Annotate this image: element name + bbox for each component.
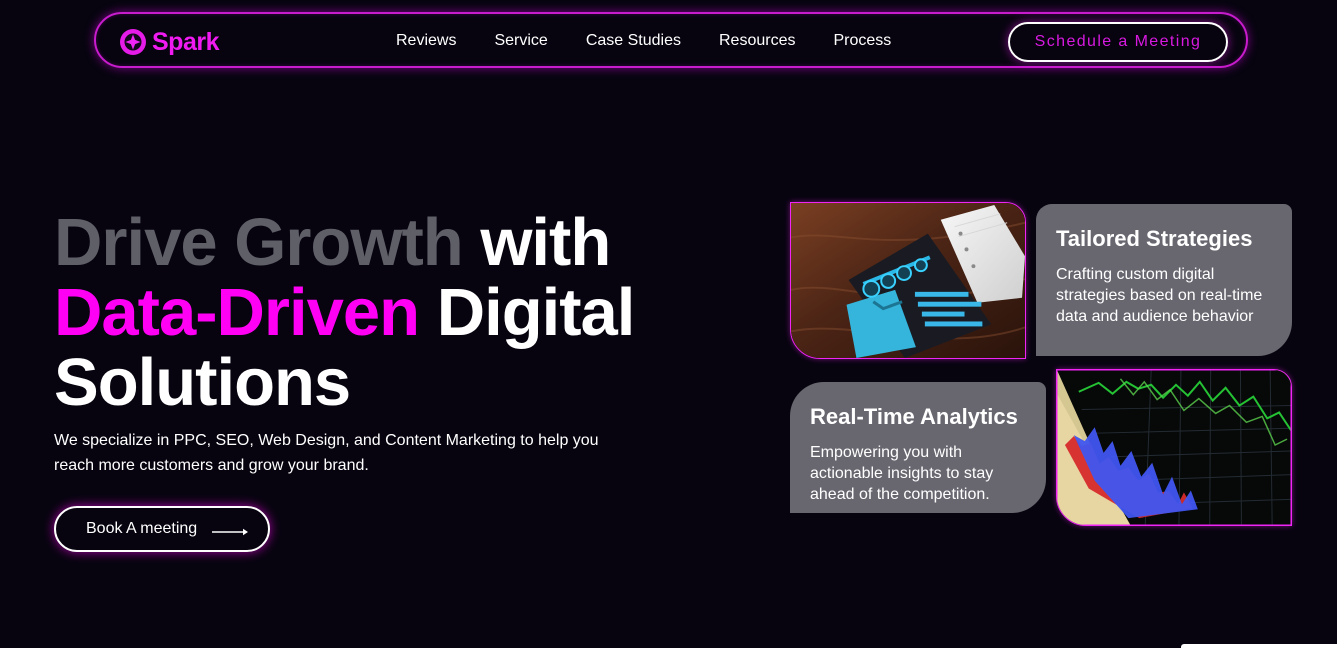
partial-white-panel	[1181, 644, 1337, 648]
nav-service[interactable]: Service	[494, 32, 547, 50]
brand-name: Spark	[152, 27, 219, 56]
hero-heading-digital: Digital	[436, 275, 636, 350]
tailored-strategies-card: Tailored Strategies Crafting custom digi…	[1036, 204, 1292, 356]
hero-heading-with: with	[480, 205, 611, 280]
nav-case-studies[interactable]: Case Studies	[586, 32, 681, 50]
top-navigation: Spark Reviews Service Case Studies Resou…	[94, 12, 1248, 68]
hero-description: We specialize in PPC, SEO, Web Design, a…	[54, 432, 599, 474]
spark-logo-icon	[120, 29, 146, 55]
hero-heading-gray: Drive Growth	[54, 205, 464, 280]
real-time-analytics-title: Real-Time Analytics	[810, 404, 1018, 429]
hero-heading: Drive Growth with Data-Driven Digital So…	[54, 208, 754, 418]
real-time-analytics-text: Empowering you with actionable insights …	[810, 444, 994, 503]
book-meeting-label: Book A meeting	[86, 520, 198, 537]
tailored-strategies-text: Crafting custom digital strategies based…	[1056, 266, 1263, 325]
nav-process[interactable]: Process	[833, 32, 891, 50]
arrow-right-icon	[211, 524, 249, 536]
brand-logo[interactable]: Spark	[120, 27, 219, 57]
analytics-screen-photo	[1056, 369, 1292, 526]
real-time-analytics-card: Real-Time Analytics Empowering you with …	[790, 382, 1046, 513]
hero-heading-pink: Data-Driven	[54, 275, 420, 350]
hero-heading-solutions: Solutions	[54, 345, 351, 420]
schedule-meeting-button[interactable]: Schedule a Meeting	[1008, 22, 1228, 62]
main-menu: Reviews Service Case Studies Resources P…	[396, 32, 891, 50]
nav-reviews[interactable]: Reviews	[396, 32, 456, 50]
tailored-strategies-title: Tailored Strategies	[1056, 226, 1253, 251]
business-report-photo	[790, 202, 1026, 359]
nav-resources[interactable]: Resources	[719, 32, 795, 50]
book-meeting-button[interactable]: Book A meeting	[54, 506, 270, 552]
